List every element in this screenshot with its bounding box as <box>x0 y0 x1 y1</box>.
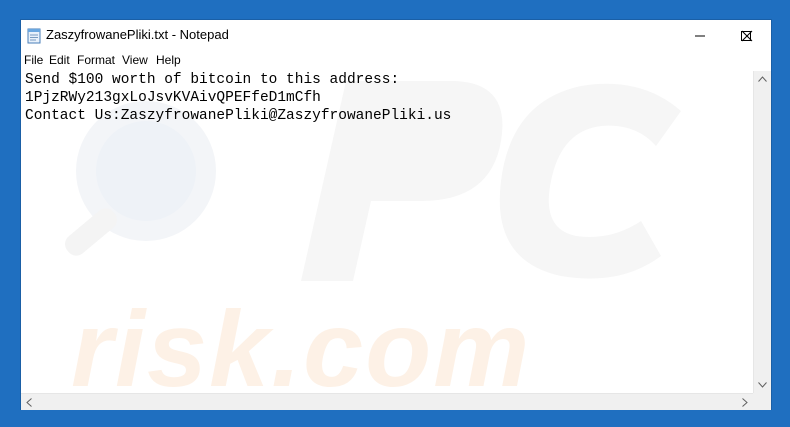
menu-bar: File Edit Format View Help <box>21 51 771 71</box>
close-icon <box>741 30 753 41</box>
text-line: Send $100 worth of bitcoin to this addre… <box>25 72 400 88</box>
vertical-scrollbar[interactable] <box>753 71 771 393</box>
watermark-text: risk.com <box>71 288 532 393</box>
close-button[interactable] <box>724 20 770 51</box>
scroll-down-icon[interactable] <box>758 382 767 388</box>
menu-help[interactable]: Help <box>156 53 181 67</box>
scroll-up-icon[interactable] <box>758 76 767 82</box>
scrollbar-corner <box>753 393 771 410</box>
text-line: 1PjzRWy213gxLoJsvKVAivQPEFfeD1mCfh <box>25 90 321 106</box>
scroll-right-icon[interactable] <box>742 398 748 407</box>
menu-edit[interactable]: Edit <box>49 53 70 67</box>
horizontal-scrollbar[interactable] <box>21 393 753 410</box>
watermark-pc-icon <box>301 81 681 281</box>
title-bar[interactable]: ZaszyfrowanePliki.txt - Notepad <box>21 20 771 51</box>
notepad-window: ZaszyfrowanePliki.txt - Notepad File Edi… <box>20 19 772 410</box>
window-title: ZaszyfrowanePliki.txt - Notepad <box>46 27 229 42</box>
notepad-icon <box>27 28 41 44</box>
text-editor[interactable]: risk.com Send $100 worth of bitcoin to t… <box>21 71 753 393</box>
text-line: Contact Us:ZaszyfrowanePliki@Zaszyfrowan… <box>25 108 452 124</box>
menu-view[interactable]: View <box>122 53 148 67</box>
menu-file[interactable]: File <box>24 53 43 67</box>
menu-format[interactable]: Format <box>77 53 115 67</box>
scroll-left-icon[interactable] <box>26 398 32 407</box>
